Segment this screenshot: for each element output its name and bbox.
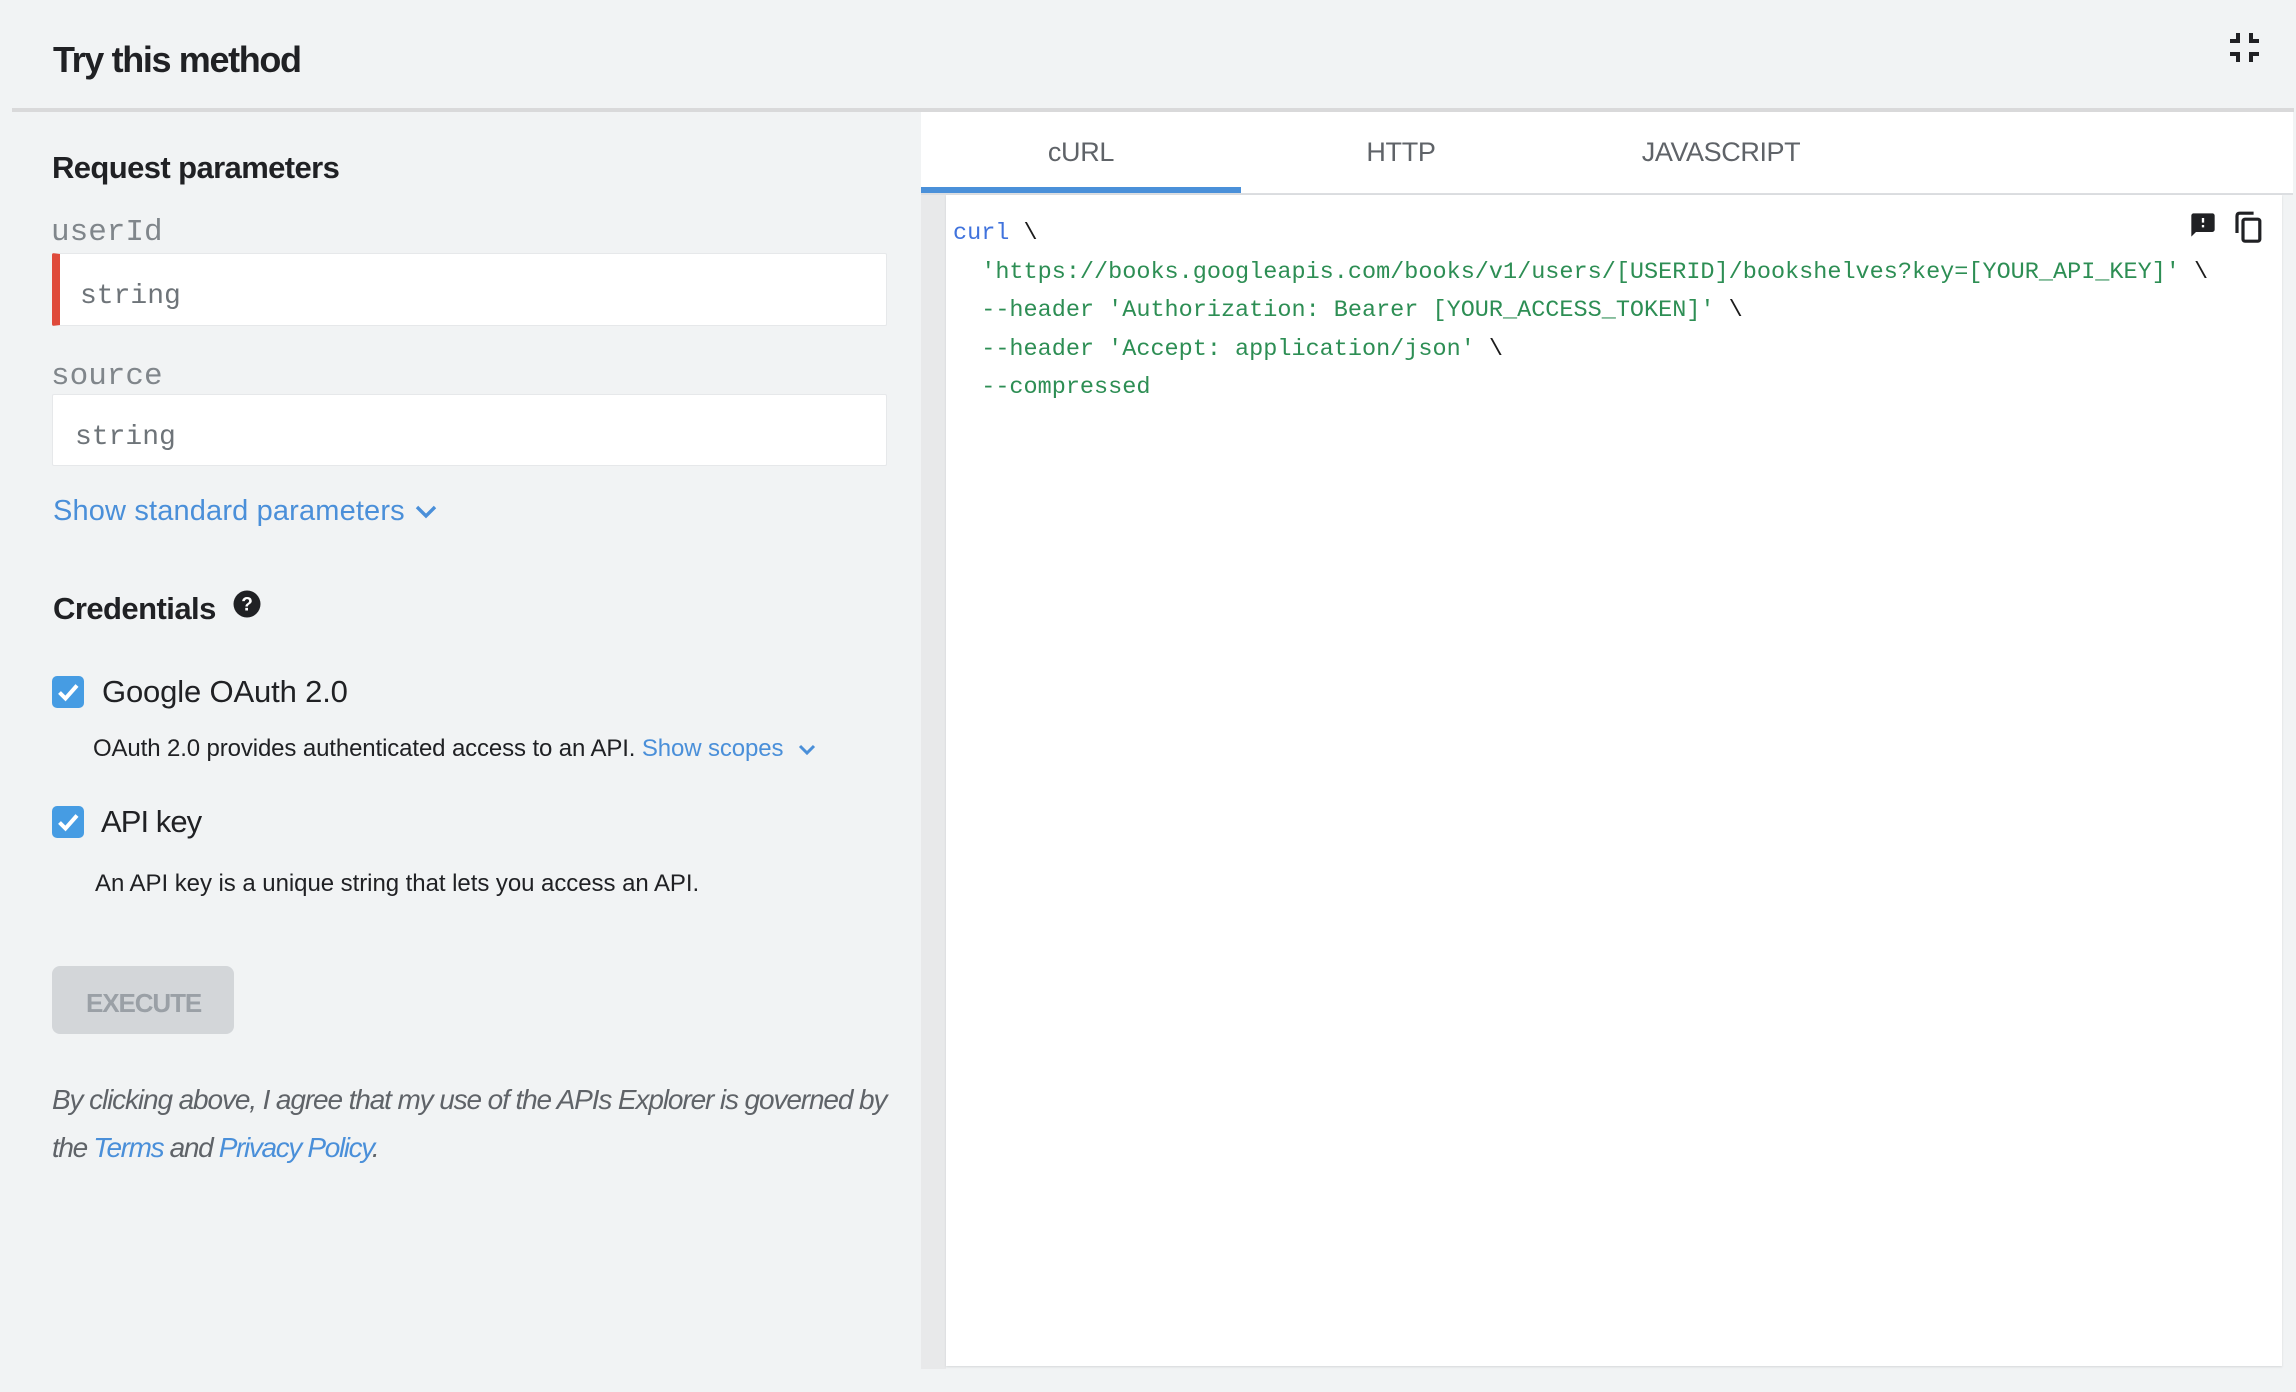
svg-text:?: ?: [241, 595, 253, 616]
